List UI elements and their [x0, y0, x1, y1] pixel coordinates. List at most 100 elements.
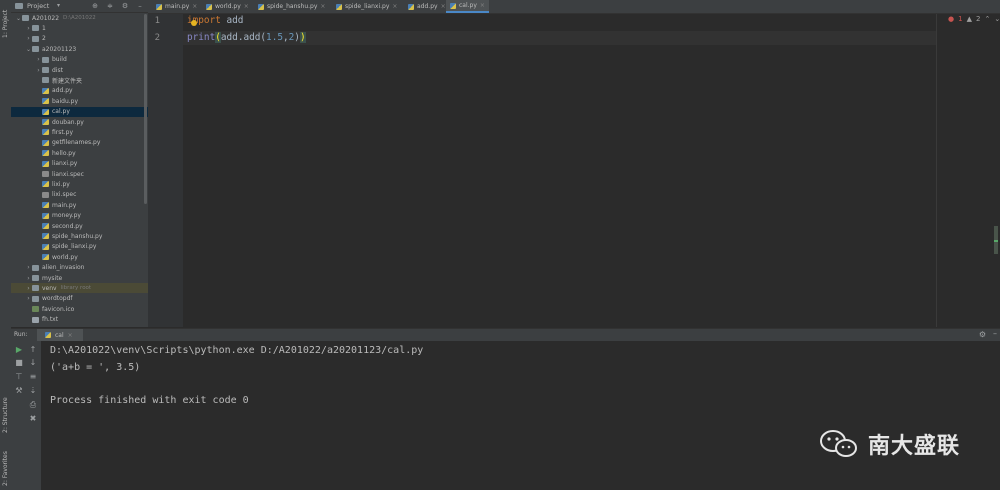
chevron-down-icon[interactable]: ▾ [57, 2, 60, 9]
tree-item[interactable]: money.py [11, 211, 148, 221]
tree-item[interactable]: › alien_invasion [11, 263, 148, 273]
editor-tab-label: spide_hanshu.py [267, 3, 318, 10]
locate-icon[interactable]: ⊕ [91, 2, 99, 10]
soft-wrap-icon[interactable]: ≡ [28, 372, 38, 382]
editor-tab-label: spide_lianxi.py [345, 3, 390, 10]
inspection-widget[interactable]: ● 1 ▲ 2 ⌃ ⌄ [948, 15, 1000, 23]
close-icon[interactable]: × [320, 3, 325, 10]
favorites-tool-tab[interactable]: 2: Favorites [1, 438, 10, 486]
editor-gutter: 1 2 [148, 14, 183, 327]
tree-item[interactable]: 新建文件夹 [11, 75, 148, 85]
chevron-right-icon[interactable]: › [25, 275, 32, 282]
run-tab-cal[interactable]: cal × [37, 329, 83, 341]
hide-panel-icon[interactable]: – [136, 2, 144, 10]
tree-item-path: D:\A201022 [63, 15, 96, 21]
code-editor[interactable] [183, 14, 1000, 327]
collapse-all-icon[interactable]: ≑ [106, 2, 114, 10]
close-icon[interactable]: × [68, 332, 73, 339]
chevron-right-icon[interactable]: › [35, 67, 42, 74]
tree-item[interactable]: douban.py [11, 117, 148, 127]
structure-tool-tab[interactable]: 2: Structure [1, 385, 10, 433]
chevron-down-icon[interactable]: ⌄ [15, 15, 22, 22]
tree-item[interactable]: second.py [11, 221, 148, 231]
project-panel-title[interactable]: Project [27, 2, 49, 10]
editor-tab[interactable]: spide_lianxi.py × [332, 0, 401, 13]
tree-item[interactable]: › build [11, 55, 148, 65]
gear-icon[interactable]: ⚙ [121, 2, 129, 10]
editor-tab[interactable]: spide_hanshu.py × [254, 0, 329, 13]
python-file-icon [42, 212, 49, 219]
wrench-icon[interactable]: ⚒ [14, 386, 24, 396]
close-icon[interactable]: × [192, 3, 197, 10]
tree-item[interactable]: cal.py [11, 106, 148, 117]
print-icon[interactable]: ⎙ [28, 400, 38, 410]
tree-item[interactable]: lianxi.spec [11, 169, 148, 179]
chevron-up-icon[interactable]: ⌃ [984, 15, 990, 23]
tree-item[interactable]: ⌄ a20201123 [11, 44, 148, 54]
editor-tab[interactable]: main.py × [152, 0, 201, 13]
chevron-right-icon[interactable]: › [35, 56, 42, 63]
close-icon[interactable]: × [441, 3, 446, 10]
project-scrollbar[interactable] [144, 14, 147, 204]
tree-item[interactable]: first.py [11, 127, 148, 137]
editor-tab[interactable]: world.py × [202, 0, 253, 13]
tree-item[interactable]: add.py [11, 86, 148, 96]
code-line-2[interactable]: print(add.add(1.5,2)) [187, 32, 306, 43]
run-console[interactable] [41, 341, 1000, 490]
minimize-icon[interactable]: – [993, 329, 997, 338]
editor-tab[interactable]: add.py × [404, 0, 450, 13]
pin-icon[interactable]: ⊤ [14, 372, 24, 382]
console-line: D:\A201022\venv\Scripts\python.exe D:/A2… [50, 345, 424, 356]
chevron-down-icon[interactable]: ⌄ [25, 46, 32, 53]
tree-item[interactable]: › dist [11, 65, 148, 75]
scroll-up-icon[interactable]: ↑ [28, 345, 38, 355]
close-icon[interactable]: × [244, 3, 249, 10]
tree-item-path: library root [60, 285, 92, 292]
trash-icon[interactable]: ✖ [28, 414, 38, 424]
tree-item[interactable]: getfilenames.py [11, 138, 148, 148]
scroll-to-end-icon[interactable]: ⇣ [28, 386, 38, 396]
chevron-right-icon[interactable]: › [25, 25, 32, 32]
tree-item[interactable]: lixi.spec [11, 190, 148, 200]
editor-tab[interactable]: cal.py × [446, 0, 489, 13]
python-file-icon [42, 87, 49, 94]
folder-icon [32, 295, 39, 302]
tree-item-label: 2 [42, 35, 46, 43]
gear-icon[interactable]: ⚙ [979, 330, 986, 339]
tree-item-label: mysite [42, 274, 63, 282]
tree-item[interactable]: › mysite [11, 273, 148, 283]
tree-item[interactable]: ⌄ A201022 D:\A201022 [11, 13, 148, 23]
project-tool-tab[interactable]: 1: Project [1, 2, 10, 38]
tree-item-label: favicon.ico [42, 305, 75, 313]
chevron-right-icon[interactable]: › [25, 285, 32, 292]
chevron-right-icon[interactable]: › [25, 264, 32, 271]
tree-item[interactable]: world.py [11, 252, 148, 262]
image-file-icon [32, 306, 39, 313]
chevron-right-icon[interactable]: › [25, 295, 32, 302]
tree-item[interactable]: baidu.py [11, 96, 148, 106]
tree-item[interactable]: lianxi.py [11, 159, 148, 169]
tree-item[interactable]: main.py [11, 200, 148, 210]
tree-item[interactable]: fh.txt [11, 315, 148, 325]
tree-item[interactable]: hello.py [11, 148, 148, 158]
tree-item-label: spide_lianxi.py [52, 243, 97, 251]
chevron-down-icon[interactable]: ⌄ [994, 15, 1000, 23]
tree-item-label: first.py [52, 128, 73, 136]
scroll-down-icon[interactable]: ↓ [28, 358, 38, 368]
rerun-icon[interactable]: ▶ [14, 345, 24, 355]
stop-icon[interactable]: ■ [14, 358, 24, 368]
tree-item[interactable]: › wordtopdf [11, 294, 148, 304]
close-icon[interactable]: × [480, 2, 485, 9]
tree-item[interactable]: › venv library root [11, 283, 148, 294]
folder-icon [32, 275, 39, 281]
tree-item[interactable]: › 2 [11, 34, 148, 44]
tree-item[interactable]: spide_lianxi.py [11, 242, 148, 252]
tree-item[interactable]: lixi.py [11, 179, 148, 189]
tree-item[interactable]: favicon.ico [11, 304, 148, 314]
close-icon[interactable]: × [392, 3, 397, 10]
chevron-right-icon[interactable]: › [25, 35, 32, 42]
tree-item[interactable]: spide_hanshu.py [11, 231, 148, 241]
tree-item[interactable]: › 1 [11, 23, 148, 33]
lightbulb-icon[interactable] [191, 20, 197, 26]
tree-item-label: douban.py [52, 118, 84, 126]
